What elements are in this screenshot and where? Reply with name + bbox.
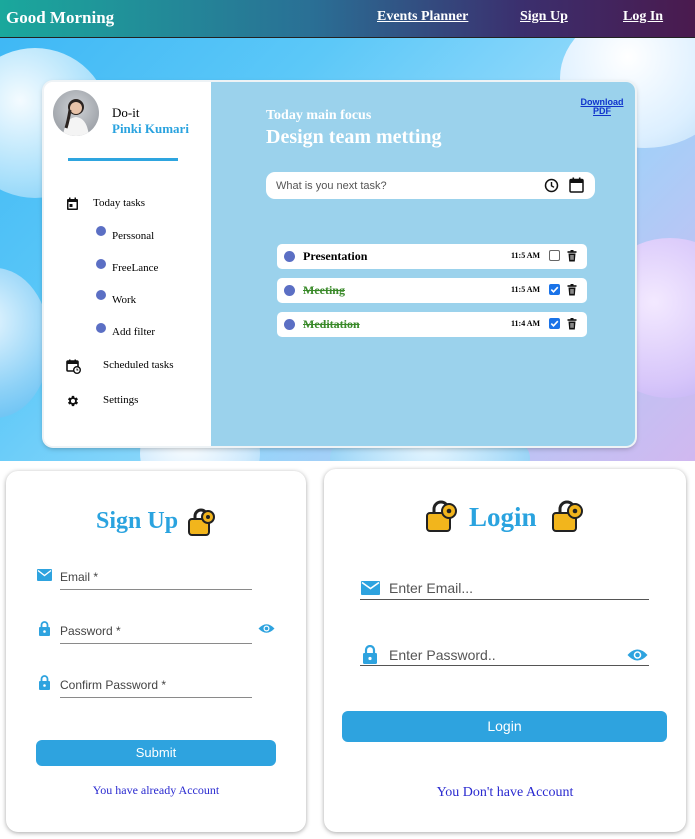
signup-title: Sign Up [96, 508, 179, 534]
lock-icon [552, 500, 583, 532]
nav-link-log-in[interactable]: Log In [623, 9, 663, 25]
sidebar-item-scheduled-tasks[interactable]: Scheduled tasks [103, 359, 174, 371]
login-password-placeholder: Enter Password.. [389, 647, 496, 663]
task-dot [284, 251, 295, 262]
focus-title: Design team metting [266, 126, 442, 148]
task-input[interactable] [276, 177, 536, 194]
have-account-link[interactable]: You have already Account [6, 783, 306, 798]
checkmark-icon [550, 320, 559, 327]
sidebar-item-settings[interactable]: Settings [103, 394, 138, 406]
decor-bubble [0, 268, 50, 418]
password-field[interactable] [60, 643, 252, 644]
task-name: Presentation [303, 249, 368, 263]
task-dot [284, 319, 295, 330]
sidebar-item-freelance[interactable]: FreeLance [112, 262, 158, 274]
focus-label: Today main focus [266, 108, 372, 123]
calendar-clock-icon [66, 359, 81, 374]
lock-icon [188, 508, 215, 536]
login-title: Login [469, 502, 537, 532]
email-field[interactable] [60, 589, 252, 590]
task-time: 11:5 AM [511, 285, 541, 294]
email-field-label: Email * [60, 570, 99, 584]
login-panel: Login Enter Email... Enter Password.. Lo… [324, 469, 686, 832]
lock-icon [39, 621, 50, 636]
task-item: Meditation 11:4 AM [277, 312, 587, 337]
trash-icon[interactable] [567, 250, 577, 262]
login-button[interactable]: Login [342, 711, 667, 742]
login-email-placeholder: Enter Email... [389, 580, 474, 596]
category-dot [96, 259, 106, 269]
user-name: Pinki Kumari [112, 121, 189, 136]
task-dot [284, 285, 295, 296]
avatar [53, 90, 99, 136]
trash-icon[interactable] [567, 318, 577, 330]
confirm-password-field-label: Confirm Password * [60, 678, 167, 692]
sidebar-item-add-filter[interactable]: Add filter [112, 326, 155, 338]
submit-button[interactable]: Submit [36, 740, 276, 766]
confirm-password-field[interactable] [60, 697, 252, 698]
task-input-box [266, 172, 595, 199]
no-account-link[interactable]: You Don't have Account [324, 785, 686, 801]
calendar-icon [67, 197, 78, 210]
brand-greeting: Good Morning [6, 8, 115, 27]
top-nav: Good Morning Events Planner Sign Up Log … [0, 0, 695, 38]
login-password-field[interactable] [360, 665, 649, 666]
clock-icon[interactable] [544, 178, 559, 193]
gear-icon [67, 395, 79, 407]
focus-panel: Today main focus Design team metting Dow… [211, 82, 635, 446]
password-field-label: Password * [60, 624, 121, 638]
task-checkbox[interactable] [549, 284, 560, 295]
download-pdf-link[interactable]: Download PDF [580, 98, 624, 116]
trash-icon[interactable] [567, 284, 577, 296]
calendar-icon[interactable] [569, 177, 584, 193]
lock-icon [363, 645, 377, 664]
task-item: Meeting 11:5 AM [277, 278, 587, 303]
category-dot [96, 290, 106, 300]
sidebar-item-today-tasks[interactable]: Today tasks [93, 197, 145, 209]
lock-icon [39, 675, 50, 690]
checkmark-icon [550, 286, 559, 293]
email-icon [37, 569, 52, 581]
sidebar-item-personal[interactable]: Perssonal [112, 230, 154, 242]
sidebar-divider [68, 158, 178, 161]
app-name: Do-it [112, 105, 140, 120]
category-dot [96, 226, 106, 236]
nav-link-sign-up[interactable]: Sign Up [520, 9, 568, 25]
eye-icon[interactable] [258, 623, 275, 634]
task-checkbox[interactable] [549, 250, 560, 261]
nav-link-events-planner[interactable]: Events Planner [377, 9, 468, 25]
avatar-person-icon [63, 99, 89, 136]
task-checkbox[interactable] [549, 318, 560, 329]
lock-icon [426, 500, 457, 532]
sidebar: Do-it Pinki Kumari Today tasks Perssonal… [44, 82, 211, 446]
todo-card: Do-it Pinki Kumari Today tasks Perssonal… [44, 82, 635, 446]
sidebar-item-work[interactable]: Work [112, 294, 136, 306]
task-name: Meeting [303, 283, 345, 297]
task-time: 11:5 AM [511, 251, 541, 260]
category-dot [96, 323, 106, 333]
task-name: Meditation [303, 317, 360, 331]
eye-icon[interactable] [627, 648, 648, 662]
email-icon [361, 581, 380, 595]
task-item: Presentation 11:5 AM [277, 244, 587, 269]
signup-panel: Sign Up Email * Password * Confirm Passw… [6, 471, 306, 832]
login-email-field[interactable] [360, 599, 649, 600]
task-time: 11:4 AM [511, 319, 541, 328]
